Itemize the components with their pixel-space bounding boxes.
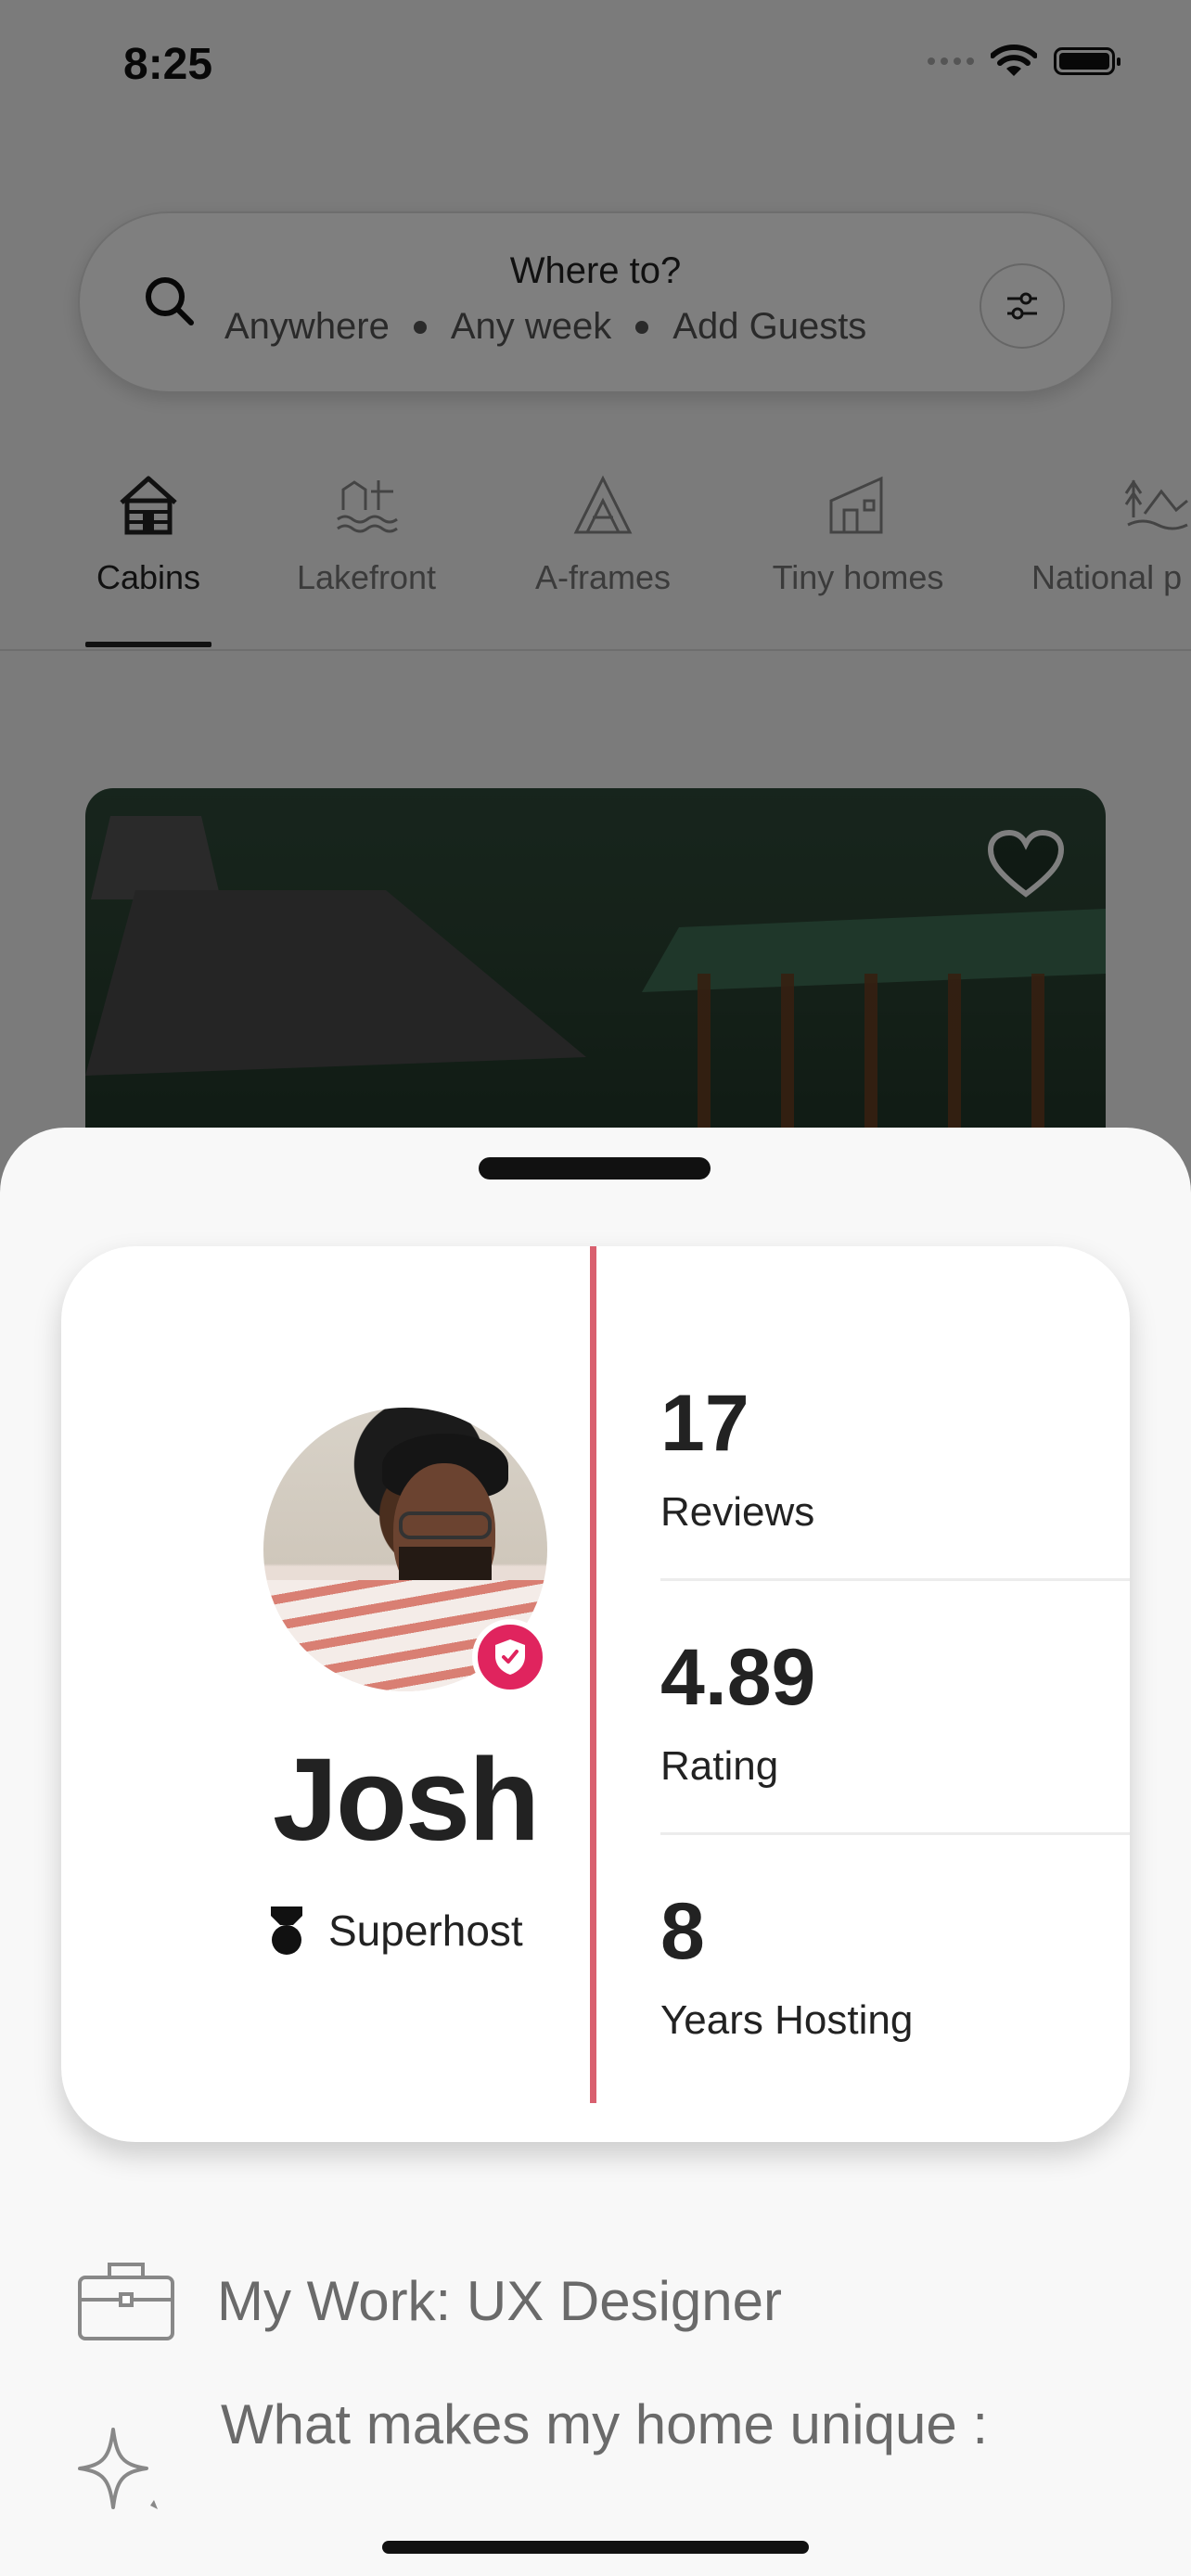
stat-value: 17 [660, 1379, 749, 1468]
home-indicator[interactable] [382, 2541, 809, 2554]
briefcase-icon [78, 2263, 174, 2340]
sparkle-icon [78, 2428, 158, 2509]
verified-badge [472, 1619, 548, 1695]
superhost-label: Superhost [267, 1905, 523, 1957]
stat-value: 4.89 [660, 1633, 816, 1722]
backdrop-overlay[interactable] [0, 0, 1191, 1150]
shield-check-icon [495, 1639, 525, 1675]
stat-reviews: 17 Reviews [660, 1384, 814, 1536]
stat-label: Rating [660, 1743, 779, 1789]
stat-separator [660, 1578, 1130, 1581]
superhost-medal-icon [271, 1906, 302, 1955]
stat-years-hosting: 8 Years Hosting [660, 1892, 913, 2044]
home-unique-row: What makes my home unique : [76, 2392, 988, 2522]
host-work-text: My Work: UX Designer [217, 2269, 783, 2332]
host-name: Josh [272, 1734, 540, 1865]
card-divider [590, 1246, 596, 2103]
host-work-row: My Work: UX Designer [76, 2259, 782, 2342]
host-card: Josh Superhost 17 Reviews 4.89 Rating 8 … [61, 1246, 1130, 2142]
sheet-drag-handle[interactable] [479, 1157, 711, 1180]
stat-value: 8 [660, 1887, 705, 1976]
home-unique-text: What makes my home unique : [221, 2393, 989, 2455]
stat-rating: 4.89 Rating [660, 1638, 815, 1790]
superhost-text: Superhost [328, 1906, 523, 1955]
stat-label: Reviews [660, 1489, 815, 1535]
stat-label: Years Hosting [660, 1997, 914, 2043]
stat-separator [660, 1832, 1130, 1835]
